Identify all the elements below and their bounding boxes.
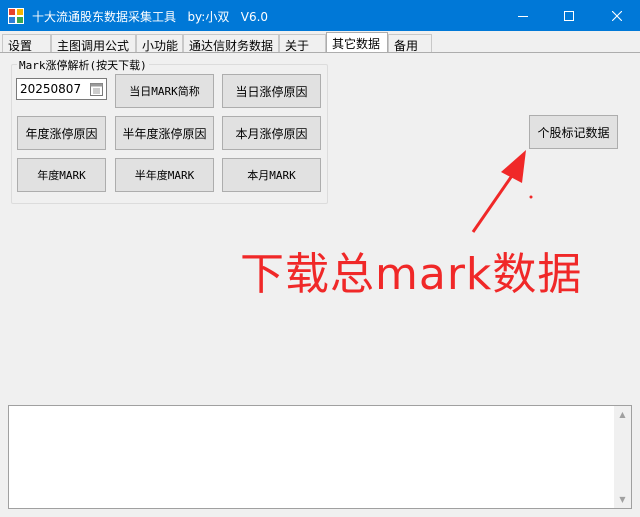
tab-label: 其它数据 bbox=[332, 37, 381, 51]
app-icon bbox=[8, 8, 24, 24]
today-limit-reason-button[interactable]: 当日涨停原因 bbox=[222, 74, 321, 108]
window-title: 十大流通股东数据采集工具 by:小双 V6.0 bbox=[32, 10, 269, 24]
close-button[interactable] bbox=[594, 0, 640, 31]
month-limit-reason-button[interactable]: 本月涨停原因 bbox=[222, 116, 321, 150]
stock-mark-data-button[interactable]: 个股标记数据 bbox=[529, 115, 618, 149]
log-output-textarea[interactable]: ▲ ▼ bbox=[8, 405, 632, 509]
scroll-up-icon[interactable]: ▲ bbox=[614, 406, 631, 423]
close-icon bbox=[612, 10, 622, 21]
halfyear-mark-button[interactable]: 半年度MARK bbox=[115, 158, 214, 192]
month-mark-button[interactable]: 本月MARK bbox=[222, 158, 321, 192]
tab-other-data[interactable]: 其它数据 bbox=[326, 32, 388, 53]
tab-strip: 设置 主图调用公式 小功能 通达信财务数据 关于 其它数据 备用 bbox=[0, 31, 640, 53]
tab-settings[interactable]: 设置 bbox=[2, 34, 51, 53]
title-bar: 十大流通股东数据采集工具 by:小双 V6.0 bbox=[0, 0, 640, 31]
halfyear-limit-reason-button[interactable]: 半年度涨停原因 bbox=[115, 116, 214, 150]
scroll-down-icon[interactable]: ▼ bbox=[614, 491, 631, 508]
tab-label: 备用 bbox=[394, 39, 419, 53]
calendar-icon[interactable] bbox=[90, 82, 103, 96]
vertical-scrollbar[interactable]: ▲ ▼ bbox=[614, 406, 631, 508]
tab-tdx-finance[interactable]: 通达信财务数据 bbox=[183, 34, 279, 53]
year-limit-reason-button[interactable]: 年度涨停原因 bbox=[17, 116, 106, 150]
today-mark-name-button[interactable]: 当日MARK简称 bbox=[115, 74, 214, 108]
tab-label: 设置 bbox=[8, 39, 33, 53]
groupbox-legend: Mark涨停解析(按天下载) bbox=[17, 57, 149, 73]
tab-label: 关于 bbox=[285, 39, 310, 53]
year-mark-button[interactable]: 年度MARK bbox=[17, 158, 106, 192]
tab-about[interactable]: 关于 bbox=[279, 34, 326, 53]
date-value: 20250807 bbox=[20, 82, 82, 96]
maximize-icon bbox=[564, 10, 574, 21]
tab-label: 主图调用公式 bbox=[57, 39, 130, 53]
tab-spare[interactable]: 备用 bbox=[388, 34, 432, 53]
minimize-icon bbox=[518, 15, 528, 17]
tab-label: 小功能 bbox=[142, 39, 179, 53]
tab-main-chart-formula[interactable]: 主图调用公式 bbox=[51, 34, 136, 53]
tab-label: 通达信财务数据 bbox=[189, 39, 274, 53]
annotation-text: 下载总mark数据 bbox=[240, 249, 583, 300]
date-picker[interactable]: 20250807 bbox=[16, 78, 107, 100]
maximize-button[interactable] bbox=[546, 0, 592, 31]
tab-small-tools[interactable]: 小功能 bbox=[136, 34, 183, 53]
minimize-button[interactable] bbox=[500, 0, 546, 31]
